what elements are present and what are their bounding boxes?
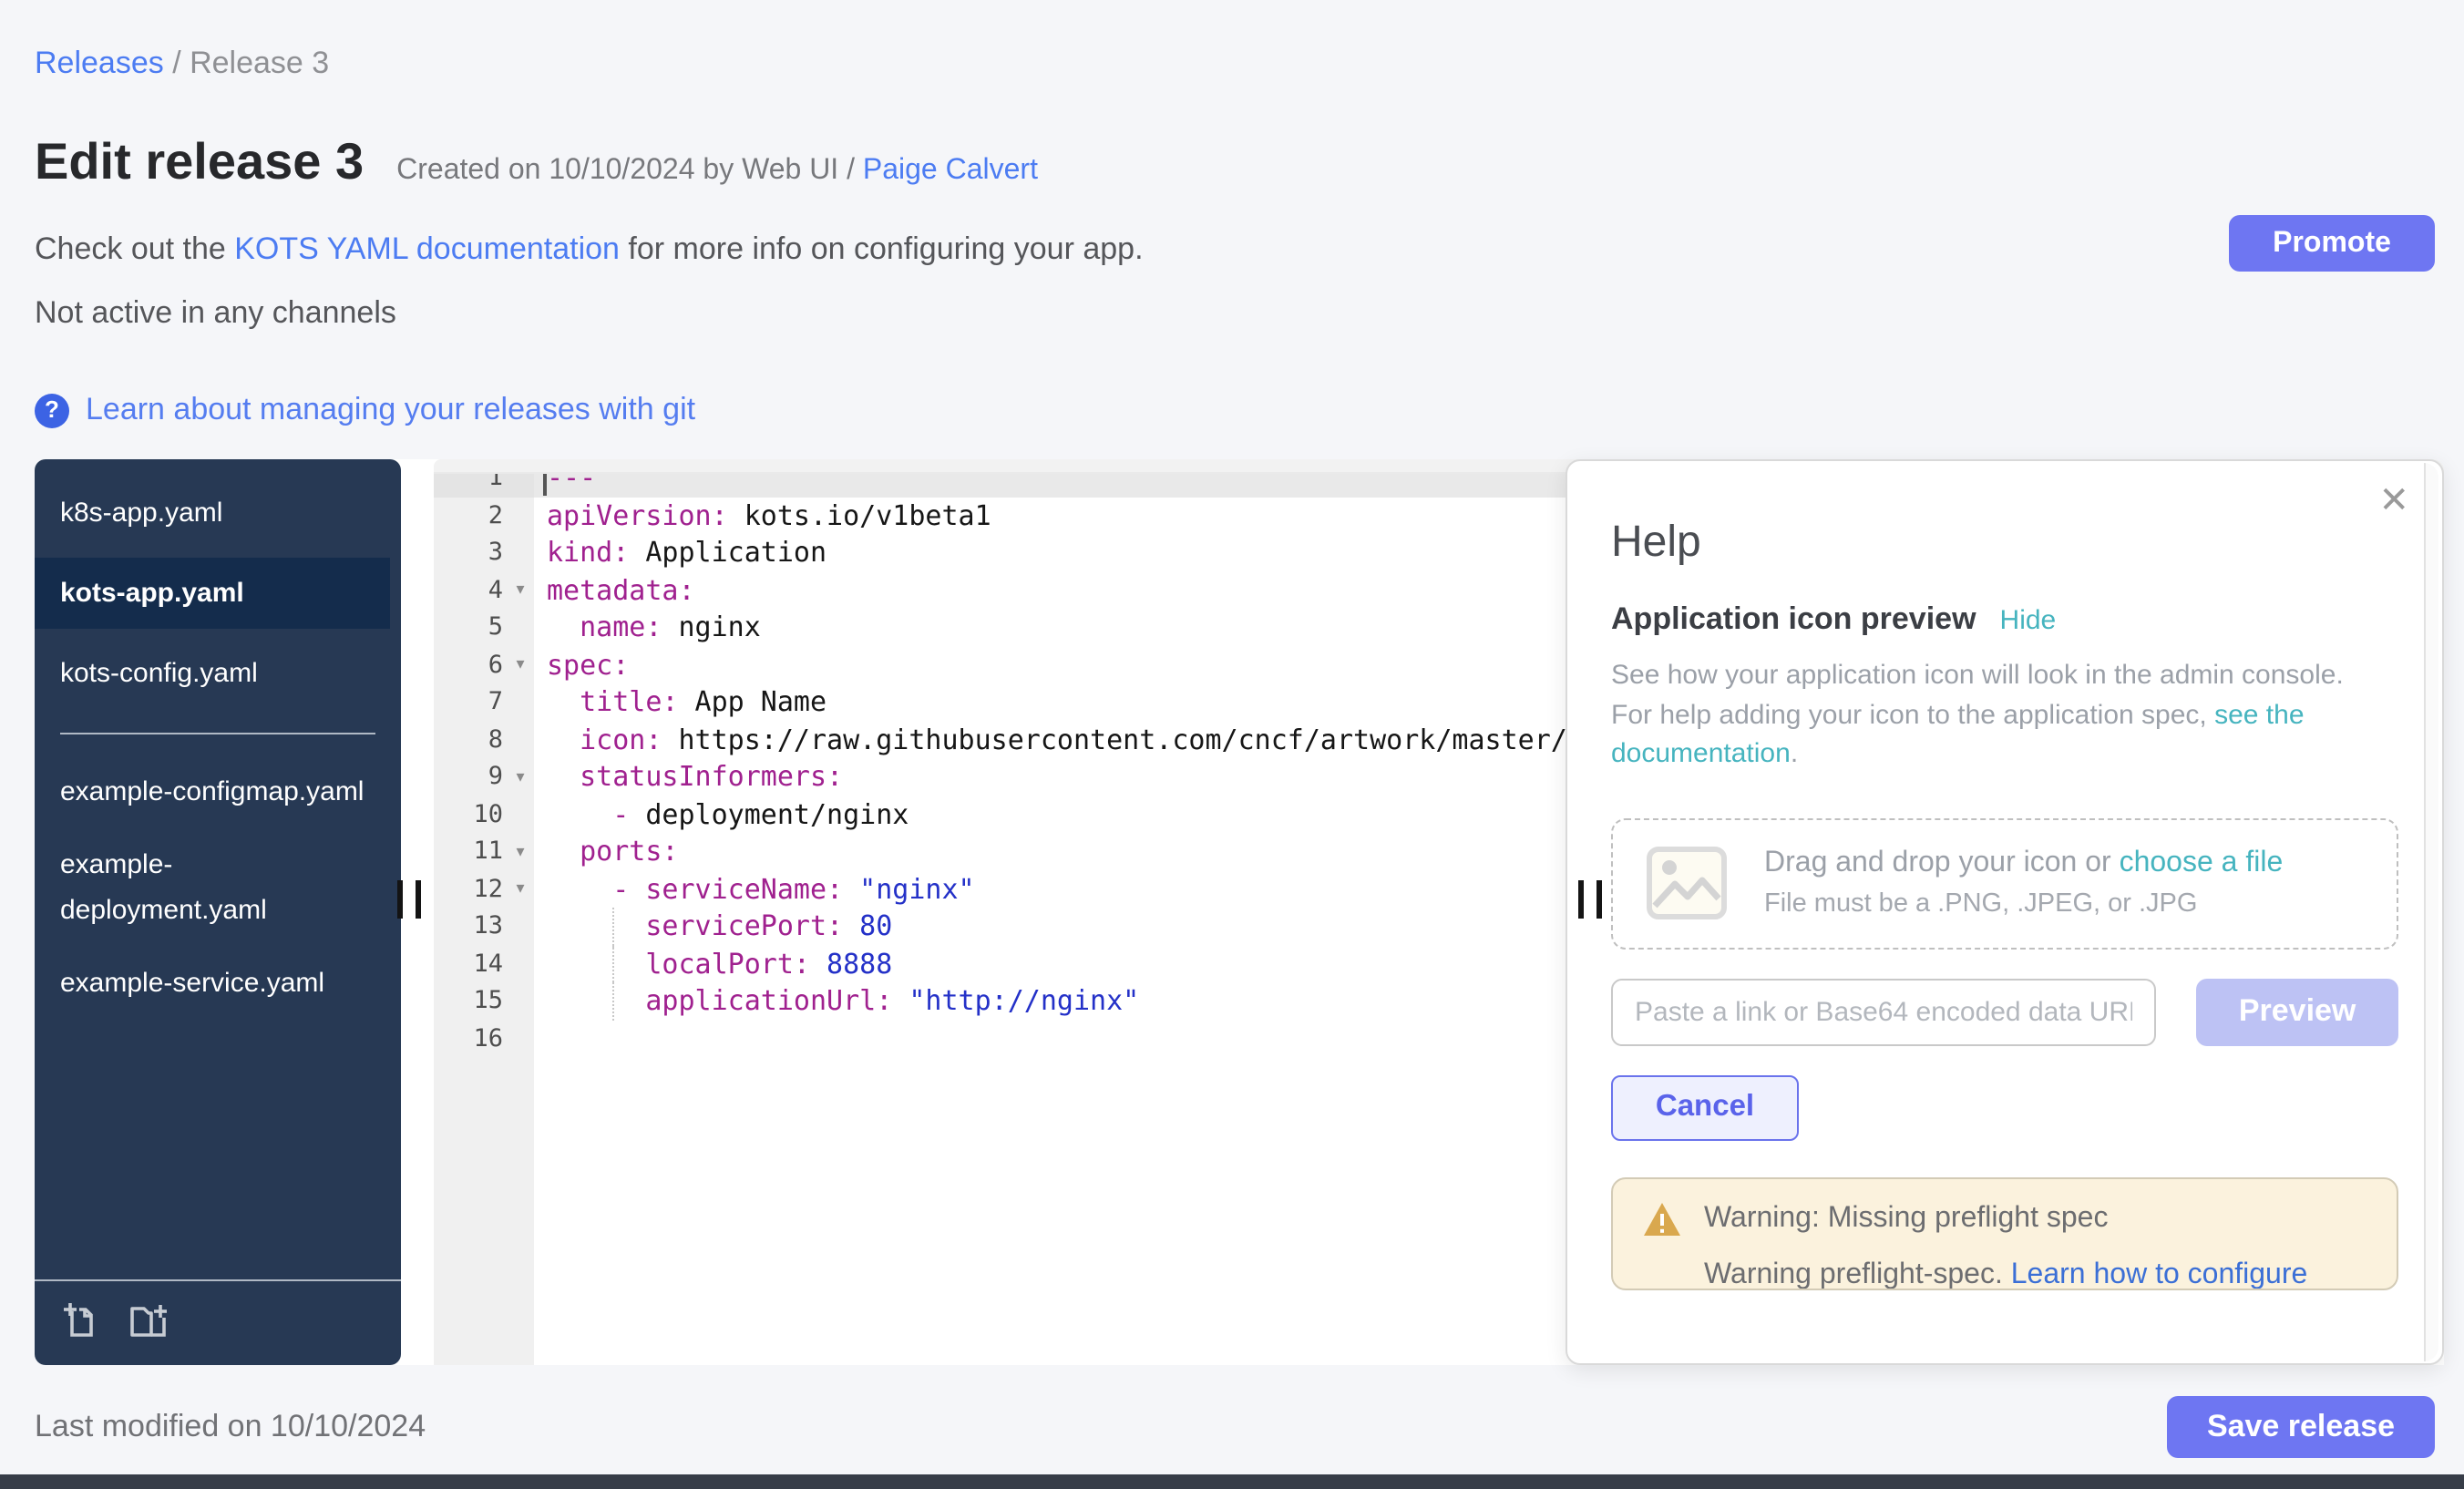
cancel-button[interactable]: Cancel <box>1611 1074 1799 1140</box>
file-sidebar: k8s-app.yaml kots-app.yaml kots-config.yam… <box>35 459 401 1365</box>
sidebar-file-kots-app.yaml[interactable]: kots-app.yaml <box>35 558 390 629</box>
sidebar-resize-handle[interactable] <box>397 880 421 919</box>
dropzone-filetypes: File must be a .PNG, .JPEG, or .JPG <box>1764 886 2283 922</box>
help-title: Help <box>1611 516 2398 570</box>
gutter-line-16: 16 <box>434 1020 534 1057</box>
sidebar-file-example-configmap.yaml[interactable]: example-configmap.yaml <box>35 764 401 820</box>
gutter-line-2: 2 <box>434 497 534 534</box>
icon-preview-title: Application icon preview <box>1611 601 1976 638</box>
created-text: Created on 10/10/2024 by Web UI / <box>396 155 863 186</box>
save-release-button[interactable]: Save release <box>2167 1396 2435 1458</box>
fold-arrow-icon[interactable]: ▾ <box>507 879 534 899</box>
image-placeholder-icon <box>1646 846 1728 920</box>
gutter-line-8: 8 <box>434 721 534 758</box>
channel-status: Not active in any channels <box>35 293 2435 334</box>
bottom-edge <box>0 1474 2464 1489</box>
gutter-line-13: 13 <box>434 908 534 945</box>
learn-configure-link[interactable]: Learn how to configure <box>2011 1258 2308 1289</box>
breadcrumb-separator: / <box>164 46 190 80</box>
release-editor-area: k8s-app.yaml kots-app.yaml kots-config.yam… <box>35 459 2444 1365</box>
breadcrumb-current: Release 3 <box>190 46 329 80</box>
sidebar-file-kots-config.yaml[interactable]: kots-config.yaml <box>35 645 401 702</box>
gutter-line-15: 15 <box>434 982 534 1020</box>
choose-file-link[interactable]: choose a file <box>2120 847 2284 878</box>
gutter-line-3: 3 <box>434 534 534 571</box>
gutter-line-9: 9▾ <box>434 758 534 796</box>
file-list-divider <box>60 733 375 734</box>
title-row: Edit release 3 Created on 10/10/2024 by … <box>35 131 2435 193</box>
icon-dropzone[interactable]: Drag and drop your icon or choose a file… <box>1611 817 2398 949</box>
gutter-line-12: 12▾ <box>434 870 534 908</box>
warning-title: Warning: Missing preflight spec <box>1704 1202 2108 1235</box>
promote-button[interactable]: Promote <box>2229 215 2435 272</box>
new-folder-icon[interactable] <box>128 1299 168 1340</box>
question-icon: ? <box>35 393 69 427</box>
editor-gutter: 1234▾56▾789▾1011▾12▾13141516 <box>434 474 534 1365</box>
fold-arrow-icon[interactable]: ▾ <box>507 580 534 601</box>
text-cursor <box>543 474 547 495</box>
preflight-warning: Warning: Missing preflight spec Warning … <box>1611 1176 2398 1289</box>
kots-yaml-docs-link[interactable]: KOTS YAML documentation <box>234 231 620 266</box>
file-list-bottom: example-configmap.yaml example-deployment… <box>35 764 401 1028</box>
warning-icon <box>1642 1200 1682 1237</box>
icon-url-input[interactable] <box>1611 978 2156 1045</box>
gutter-line-5: 5 <box>434 609 534 646</box>
fold-arrow-icon[interactable]: ▾ <box>507 767 534 787</box>
help-panel-scrollbar[interactable] <box>2424 463 2438 1361</box>
created-info: Created on 10/10/2024 by Web UI / Paige … <box>396 155 1038 188</box>
fold-arrow-icon[interactable]: ▾ <box>507 655 534 675</box>
gutter-line-11: 11▾ <box>434 833 534 870</box>
footer-bar: Last modified on 10/10/2024 Save release <box>35 1394 2435 1460</box>
sidebar-file-example-service.yaml[interactable]: example-service.yaml <box>35 955 401 1011</box>
warning-body: Warning preflight-spec. <box>1704 1258 2011 1289</box>
docs-prefix: Check out the <box>35 231 234 266</box>
git-releases-link[interactable]: Learn about managing your releases with … <box>86 388 695 432</box>
fold-arrow-icon[interactable]: ▾ <box>507 842 534 862</box>
dropzone-text: Drag and drop your icon or <box>1764 847 2120 878</box>
git-help-row: ? Learn about managing your releases wit… <box>35 388 2435 432</box>
gutter-line-6: 6▾ <box>434 646 534 683</box>
last-modified-text: Last modified on 10/10/2024 <box>35 1409 426 1445</box>
gutter-line-10: 10 <box>434 796 534 833</box>
gutter-line-4: 4▾ <box>434 571 534 609</box>
breadcrumb-releases-link[interactable]: Releases <box>35 46 164 80</box>
docs-note: Check out the KOTS YAML documentation fo… <box>35 230 2435 270</box>
app-window: Releases / Release 3 Edit release 3 Crea… <box>0 0 2464 1489</box>
gutter-line-7: 7 <box>434 683 534 721</box>
sidebar-file-example-deployment.yaml[interactable]: example-deployment.yaml <box>35 837 401 939</box>
close-icon[interactable]: ✕ <box>2378 483 2409 519</box>
gutter-line-14: 14 <box>434 945 534 982</box>
preview-button[interactable]: Preview <box>2196 978 2398 1045</box>
description-period: . <box>1791 738 1798 769</box>
page-title: Edit release 3 <box>35 131 364 193</box>
help-panel: ✕ Help Application icon preview Hide See… <box>1566 459 2444 1365</box>
sidebar-footer <box>35 1279 401 1343</box>
gutter-line-1: 1 <box>434 474 534 497</box>
hide-link[interactable]: Hide <box>2000 605 2057 636</box>
help-panel-resize-handle[interactable] <box>1578 880 1602 919</box>
breadcrumb: Releases / Release 3 <box>35 44 2435 84</box>
author-link[interactable]: Paige Calvert <box>863 155 1038 186</box>
docs-suffix: for more info on configuring your app. <box>620 231 1144 266</box>
new-file-icon[interactable] <box>60 1299 100 1340</box>
file-list-top: k8s-app.yaml kots-app.yaml kots-config.yam… <box>35 485 401 718</box>
icon-preview-description: See how your application icon will look … <box>1611 656 2384 774</box>
sidebar-file-k8s-app.yaml[interactable]: k8s-app.yaml <box>35 485 401 541</box>
